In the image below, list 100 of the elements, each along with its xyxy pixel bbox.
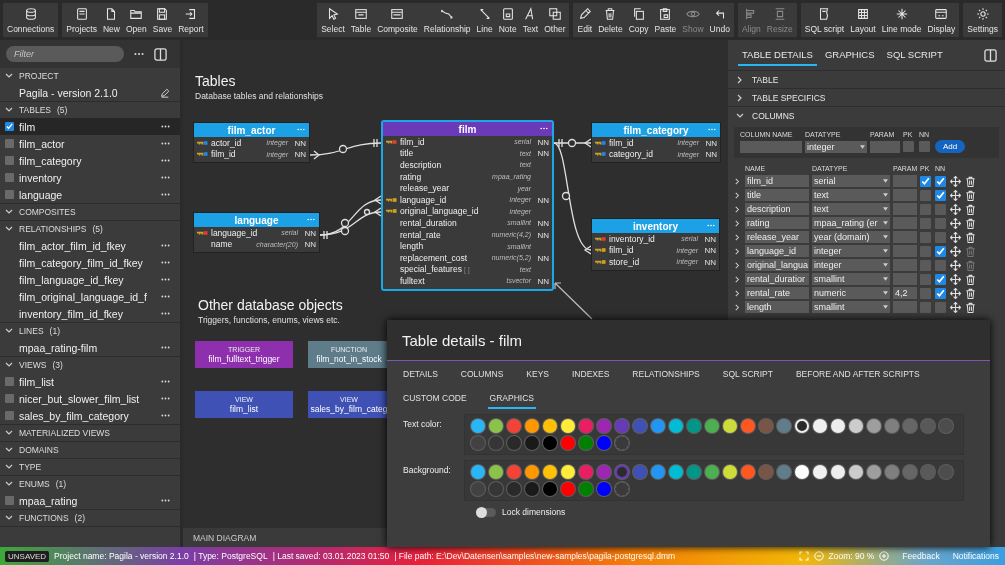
relationship-line[interactable] (309, 138, 382, 160)
color-swatch[interactable] (669, 419, 683, 433)
dialog-tab[interactable]: KEYS (524, 365, 551, 385)
pencil-icon[interactable] (160, 87, 170, 98)
toolbar-button[interactable]: Save (149, 3, 176, 37)
section-header[interactable]: TABLES (5) (0, 102, 180, 118)
trash-icon[interactable] (965, 203, 976, 215)
color-swatch[interactable] (651, 419, 665, 433)
color-swatch[interactable] (777, 465, 791, 479)
checkbox[interactable] (920, 273, 931, 285)
checkbox[interactable] (920, 175, 931, 187)
sidebar-item[interactable]: film (0, 118, 180, 135)
panel-icon[interactable] (154, 47, 167, 61)
checkbox[interactable] (5, 173, 14, 182)
column-name-field[interactable]: rating (745, 217, 809, 229)
sidebar-item[interactable]: film_language_id_fkey (0, 271, 180, 288)
color-swatch[interactable] (489, 419, 503, 433)
zoom-out-icon[interactable] (813, 551, 824, 561)
param-field[interactable] (893, 301, 917, 313)
checkbox[interactable] (5, 496, 14, 505)
toolbar-button[interactable]: Undo (706, 3, 733, 37)
move-icon[interactable] (950, 245, 961, 257)
color-swatch[interactable] (651, 465, 665, 479)
trash-icon[interactable] (965, 189, 976, 201)
section-header[interactable]: FUNCTIONS (2) (0, 510, 180, 526)
color-swatch[interactable] (579, 436, 593, 450)
color-swatch[interactable] (597, 436, 611, 450)
checkbox[interactable] (920, 217, 931, 229)
sidebar-item[interactable]: language (0, 186, 180, 203)
datatype-select[interactable]: text (812, 189, 890, 201)
color-swatch[interactable] (669, 465, 683, 479)
checkbox[interactable] (5, 156, 14, 165)
checkbox[interactable] (5, 377, 14, 386)
column-name-field[interactable]: length (745, 301, 809, 313)
color-swatch[interactable] (507, 419, 521, 433)
section-header[interactable]: VIEWS (3) (0, 357, 180, 373)
color-swatch[interactable] (903, 419, 917, 433)
more-icon[interactable] (161, 380, 170, 383)
checkbox[interactable] (935, 203, 946, 215)
trash-icon[interactable] (965, 301, 976, 313)
color-swatch[interactable] (525, 436, 539, 450)
more-icon[interactable] (161, 346, 170, 349)
checkbox[interactable] (935, 175, 946, 187)
trash-icon[interactable] (965, 217, 976, 229)
toolbar-button[interactable]: New (100, 3, 123, 37)
dialog-tab[interactable]: INDEXES (570, 365, 612, 385)
color-swatch[interactable] (921, 465, 935, 479)
color-swatch[interactable] (471, 436, 485, 450)
table-node[interactable] (381, 120, 554, 291)
section-header[interactable]: LINES (1) (0, 323, 180, 339)
move-icon[interactable] (950, 273, 961, 285)
column-name-field[interactable]: original_langua (745, 259, 809, 271)
checkbox[interactable] (920, 301, 931, 313)
datatype-select[interactable]: mpaa_rating (er (812, 217, 890, 229)
toolbar-button[interactable]: SQL script (801, 3, 848, 37)
checkbox[interactable] (5, 411, 14, 420)
more-icon[interactable] (161, 312, 170, 315)
param-field[interactable] (893, 273, 917, 285)
panel-icon[interactable] (984, 48, 997, 62)
more-icon[interactable] (161, 261, 170, 264)
column-name-field[interactable]: language_id (745, 245, 809, 257)
checkbox[interactable] (920, 203, 931, 215)
datatype-select[interactable]: numeric (812, 287, 890, 299)
datatype-select[interactable]: year (domain) (812, 231, 890, 243)
relationship-line[interactable] (553, 138, 592, 148)
column-name-field[interactable]: rental_duratior (745, 273, 809, 285)
datatype-select[interactable]: text (812, 203, 890, 215)
section-header[interactable]: DOMAINS (0, 442, 180, 458)
sidebar-item[interactable]: mpaa_rating (0, 492, 180, 509)
color-swatch[interactable] (561, 482, 575, 496)
datatype-select[interactable]: integer (805, 140, 867, 153)
color-swatch[interactable] (939, 419, 953, 433)
color-swatch[interactable] (687, 419, 701, 433)
datatype-select[interactable]: smallint (812, 301, 890, 313)
datatype-select[interactable]: serial (812, 175, 890, 187)
toolbar-button[interactable]: Report (175, 3, 207, 37)
dialog-tab[interactable]: COLUMNS (458, 365, 506, 385)
datatype-select[interactable]: integer (812, 245, 890, 257)
column-name-field[interactable]: release_year (745, 231, 809, 243)
color-swatch[interactable] (615, 465, 629, 479)
color-swatch[interactable] (741, 465, 755, 479)
checkbox[interactable] (920, 287, 931, 299)
checkbox[interactable] (935, 189, 946, 201)
trash-icon[interactable] (965, 273, 976, 285)
color-swatch[interactable] (525, 482, 539, 496)
sidebar-item[interactable]: film_category (0, 152, 180, 169)
checkbox[interactable] (935, 273, 946, 285)
color-swatch[interactable] (507, 482, 521, 496)
section-header[interactable]: TABLE (728, 70, 1005, 88)
column-name-field[interactable]: film_id (745, 175, 809, 187)
section-header[interactable]: RELATIONSHIPS (5) (0, 221, 180, 237)
trash-icon[interactable] (965, 175, 976, 187)
color-swatch[interactable] (939, 465, 953, 479)
sidebar-item[interactable]: inventory_film_id_fkey (0, 305, 180, 322)
color-swatch[interactable] (507, 436, 521, 450)
color-swatch[interactable] (867, 419, 881, 433)
checkbox[interactable] (5, 394, 14, 403)
section-header[interactable]: TYPE (0, 459, 180, 475)
more-icon[interactable] (161, 159, 170, 162)
color-swatch[interactable] (903, 465, 917, 479)
